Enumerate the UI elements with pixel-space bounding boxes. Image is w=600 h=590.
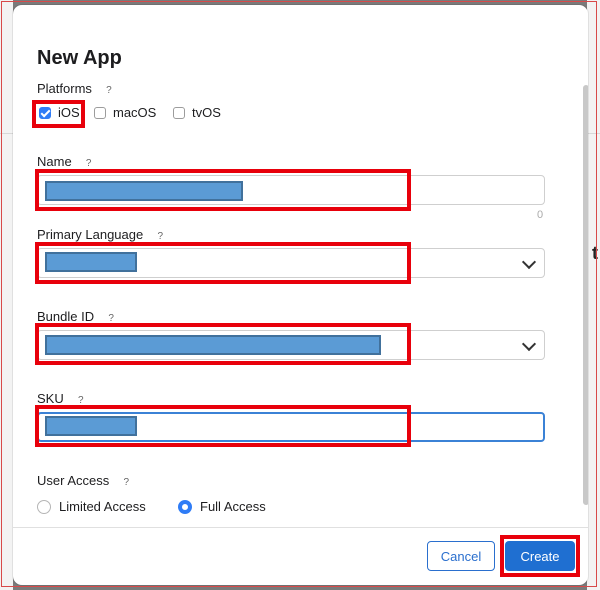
screenshot-frame bbox=[1, 1, 597, 587]
